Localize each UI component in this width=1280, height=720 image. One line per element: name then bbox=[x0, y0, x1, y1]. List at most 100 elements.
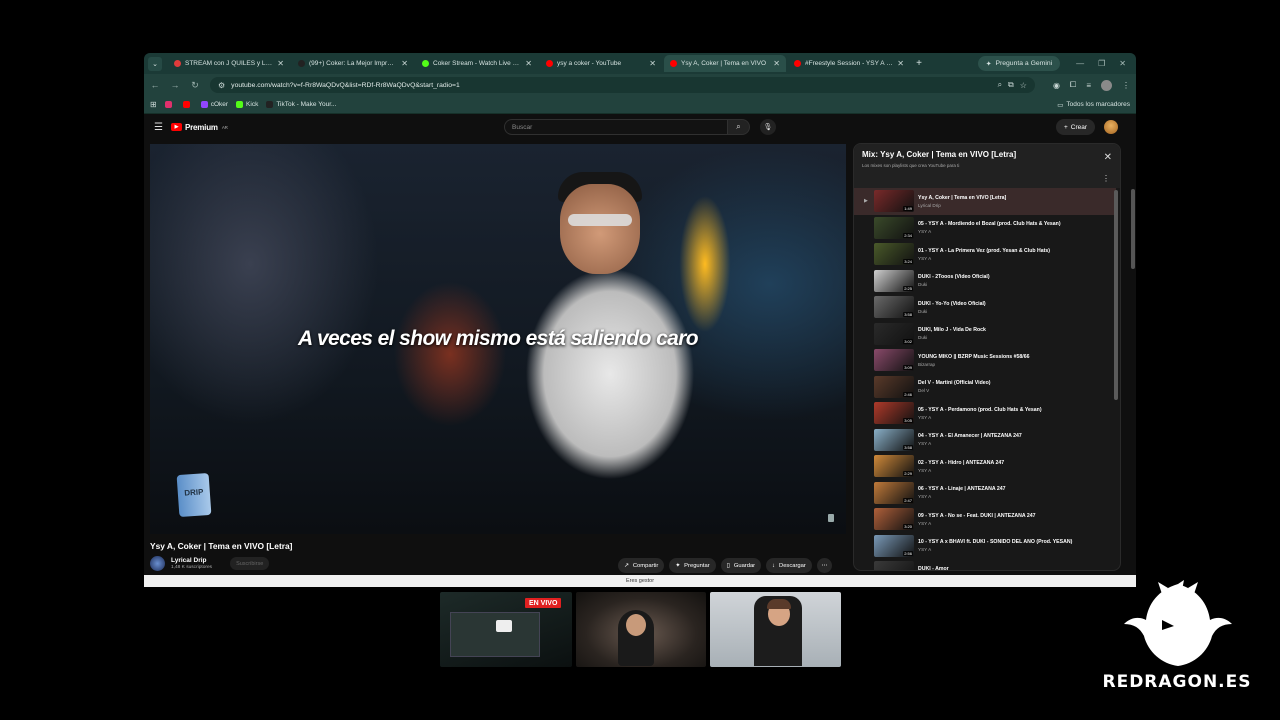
playlist-item[interactable]: 3:24 01 - YSY A - La Primera Vez (prod. … bbox=[854, 241, 1116, 268]
playlist-meta: 01 - YSY A - La Primera Vez (prod. Yesan… bbox=[918, 248, 1116, 261]
tab-title: (99+) Coker: La Mejor Improvisa... bbox=[309, 60, 397, 67]
subscribe-button[interactable]: Suscribirse bbox=[230, 557, 270, 570]
bookmark-item[interactable]: cOker bbox=[200, 101, 228, 108]
logo-text: Premium bbox=[184, 122, 218, 132]
new-tab-icon[interactable]: + bbox=[912, 58, 926, 69]
browser-tab[interactable]: STREAM con J QUILES y LENN... ✕ bbox=[168, 55, 290, 72]
bookmark-item[interactable]: Kick bbox=[236, 101, 258, 108]
download-button[interactable]: ↓ Descargar bbox=[766, 558, 812, 573]
playlist-item[interactable]: DUKI - Amor Duki bbox=[854, 559, 1116, 570]
apps-icon[interactable]: ⊞ bbox=[150, 100, 157, 109]
playlist-item[interactable]: 2:29 02 - YSY A - Hidro | ANTEZANA 247 Y… bbox=[854, 453, 1116, 480]
playlist-item-artist: YSY A bbox=[918, 467, 932, 473]
page-scrollbar[interactable] bbox=[1130, 175, 1136, 587]
video-player[interactable]: DRIP A veces el show mismo está saliendo… bbox=[150, 144, 846, 534]
playlist-item[interactable]: 3:58 04 - YSY A - El Amanecer | ANTEZANA… bbox=[854, 427, 1116, 454]
reload-icon[interactable]: ↻ bbox=[190, 80, 200, 91]
tab-close-icon[interactable]: ✕ bbox=[401, 59, 408, 68]
bookmark-label: TikTok - Make Your... bbox=[276, 101, 337, 108]
playlist-item[interactable]: 2:47 06 - YSY A - Linaje | ANTEZANA 247 … bbox=[854, 480, 1116, 507]
tab-title: Ysy A, Coker | Tema en VIVO bbox=[681, 60, 767, 67]
extension-icon[interactable]: ◉ bbox=[1053, 81, 1060, 90]
bookmark-item[interactable] bbox=[182, 101, 193, 108]
playlist-item[interactable]: 3:02 DUKI, Milo J - Vida De Rock Duki bbox=[854, 321, 1116, 348]
playlist-item[interactable]: ▶ 1:49 Ysy A, Coker | Tema en VIVO [Letr… bbox=[854, 188, 1116, 215]
bookmark-star-icon[interactable]: ☆ bbox=[1020, 81, 1027, 90]
playlist-duration: 1:49 bbox=[903, 206, 913, 212]
video-glasses bbox=[568, 214, 632, 226]
mic-icon[interactable]: 🎙 bbox=[760, 119, 776, 135]
channel-name[interactable]: Lyrical Drip bbox=[171, 557, 212, 564]
tab-close-icon[interactable]: ✕ bbox=[649, 59, 656, 68]
close-window-icon[interactable]: ✕ bbox=[1119, 59, 1126, 68]
playlist-item-title: 06 - YSY A - Linaje | ANTEZANA 247 bbox=[918, 486, 1006, 493]
tab-close-icon[interactable]: ✕ bbox=[897, 59, 904, 68]
playlist-item-title: DUKI - 2Tooos (Video Oficial) bbox=[918, 274, 990, 281]
zoom-icon[interactable]: ⌕ bbox=[998, 80, 1002, 90]
playlist-duration: 2:46 bbox=[903, 391, 913, 397]
playlist-item[interactable]: 2:34 05 - YSY A - Mordiendo el Bozal (pr… bbox=[854, 215, 1116, 242]
playlist-item-title: 10 - YSY A x BHAVI ft. DUKI - SONIDO DEL… bbox=[918, 539, 1073, 546]
minimize-icon[interactable]: — bbox=[1076, 59, 1084, 68]
playlist-item-artist: YSY A bbox=[918, 414, 932, 420]
close-playlist-icon[interactable]: ✕ bbox=[1104, 152, 1112, 163]
playlist-item[interactable]: 3:05 05 - YSY A - Perdamono (prod. Club … bbox=[854, 400, 1116, 427]
browser-tab[interactable]: #Freestyle Session - YSY A ft. C... ✕ bbox=[788, 55, 910, 72]
gemini-button[interactable]: ✦ Pregunta a Gemini bbox=[977, 56, 1061, 71]
youtube-logo[interactable]: ▶ Premium AR bbox=[170, 122, 228, 132]
back-icon[interactable]: ← bbox=[150, 80, 160, 90]
tab-search-icon[interactable]: ⌄ bbox=[148, 56, 162, 71]
playlist-meta: DUKI, Milo J - Vida De Rock Duki bbox=[918, 327, 1116, 340]
share-label: Compartir bbox=[632, 562, 659, 569]
video-subtitle: A veces el show mismo está saliendo caro bbox=[297, 327, 699, 350]
playlist-menu-icon[interactable]: ⋮ bbox=[1102, 174, 1110, 183]
playlist-duration: 3:02 bbox=[903, 338, 913, 344]
playlist-scrollbar[interactable] bbox=[1114, 190, 1118, 400]
youtube-avatar[interactable] bbox=[1104, 120, 1118, 134]
playlist-item[interactable]: 2:56 10 - YSY A x BHAVI ft. DUKI - SONID… bbox=[854, 533, 1116, 560]
search-input[interactable]: Buscar bbox=[504, 119, 728, 135]
media-icon[interactable]: ≡ bbox=[1086, 81, 1091, 90]
browser-tab[interactable]: (99+) Coker: La Mejor Improvisa... ✕ bbox=[292, 55, 414, 72]
playlist-item[interactable]: 2:25 DUKI - 2Tooos (Video Oficial) Duki bbox=[854, 268, 1116, 295]
ask-button[interactable]: ✦ Preguntar bbox=[669, 558, 716, 573]
browser-tab[interactable]: Coker Stream - Watch Live on K... ✕ bbox=[416, 55, 538, 72]
browser-tab[interactable]: Ysy A, Coker | Tema en VIVO ✕ bbox=[664, 55, 786, 72]
site-info-icon[interactable]: ⚙ bbox=[218, 81, 225, 90]
bookmark-list: cOker Kick TikTok - Make Your... bbox=[164, 101, 336, 108]
playlist-item[interactable]: 2:46 Del V - Martini (Official Video) De… bbox=[854, 374, 1116, 401]
save-button[interactable]: ▯ Guardar bbox=[720, 558, 762, 573]
bookmark-item[interactable]: TikTok - Make Your... bbox=[266, 101, 336, 108]
bookmark-item[interactable] bbox=[164, 101, 175, 108]
forward-icon[interactable]: → bbox=[170, 80, 180, 90]
playlist-meta: 06 - YSY A - Linaje | ANTEZANA 247 YSY A bbox=[918, 486, 1116, 499]
more-actions-icon[interactable]: ⋯ bbox=[816, 558, 832, 573]
playlist-item[interactable]: 3:20 09 - YSY A - No se - Feat. DUKI | A… bbox=[854, 506, 1116, 533]
playlist-thumbnail: 2:56 bbox=[874, 534, 914, 557]
browser-tab[interactable]: ysy a coker - YouTube ✕ bbox=[540, 55, 662, 72]
install-icon[interactable]: ⧉ bbox=[1008, 80, 1014, 90]
share-button[interactable]: ↗ Compartir bbox=[618, 558, 665, 573]
playlist-item[interactable]: 3:09 YOUNG MIKO || BZRP Music Sessions #… bbox=[854, 347, 1116, 374]
bookmark-favicon-icon bbox=[200, 101, 208, 108]
maximize-icon[interactable]: ❐ bbox=[1098, 59, 1105, 68]
url-field[interactable]: ⚙ youtube.com/watch?v=f-Rr8WaQDvQ&list=R… bbox=[210, 77, 1035, 93]
browser-menu-icon[interactable]: ⋮ bbox=[1122, 81, 1130, 90]
menu-icon[interactable]: ☰ bbox=[154, 122, 163, 133]
profile-avatar[interactable] bbox=[1101, 79, 1112, 91]
create-button[interactable]: + Crear bbox=[1056, 119, 1096, 135]
playlist-item-title: 04 - YSY A - El Amanecer | ANTEZANA 247 bbox=[918, 433, 1022, 440]
channel-avatar[interactable] bbox=[150, 556, 165, 571]
tab-close-icon[interactable]: ✕ bbox=[277, 59, 284, 68]
tab-title: Coker Stream - Watch Live on K... bbox=[433, 60, 521, 67]
playlist-item-title: 05 - YSY A - Perdamono (prod. Club Hats … bbox=[918, 406, 1042, 413]
page-scrollbar-thumb[interactable] bbox=[1131, 189, 1135, 269]
playlist-item-title: 01 - YSY A - La Primera Vez (prod. Yesan… bbox=[918, 247, 1050, 254]
sparkle-icon: ✦ bbox=[675, 562, 681, 569]
playlist-item[interactable]: 3:58 DUKI - Yo-Yo (Video Oficial) Duki bbox=[854, 294, 1116, 321]
extensions-icon[interactable]: ⧠ bbox=[1070, 80, 1076, 90]
tab-close-icon[interactable]: ✕ bbox=[525, 59, 532, 68]
tab-close-icon[interactable]: ✕ bbox=[773, 59, 780, 68]
all-bookmarks[interactable]: ▭ Todos los marcadores bbox=[1057, 101, 1130, 109]
search-icon[interactable]: ⌕ bbox=[728, 119, 750, 135]
